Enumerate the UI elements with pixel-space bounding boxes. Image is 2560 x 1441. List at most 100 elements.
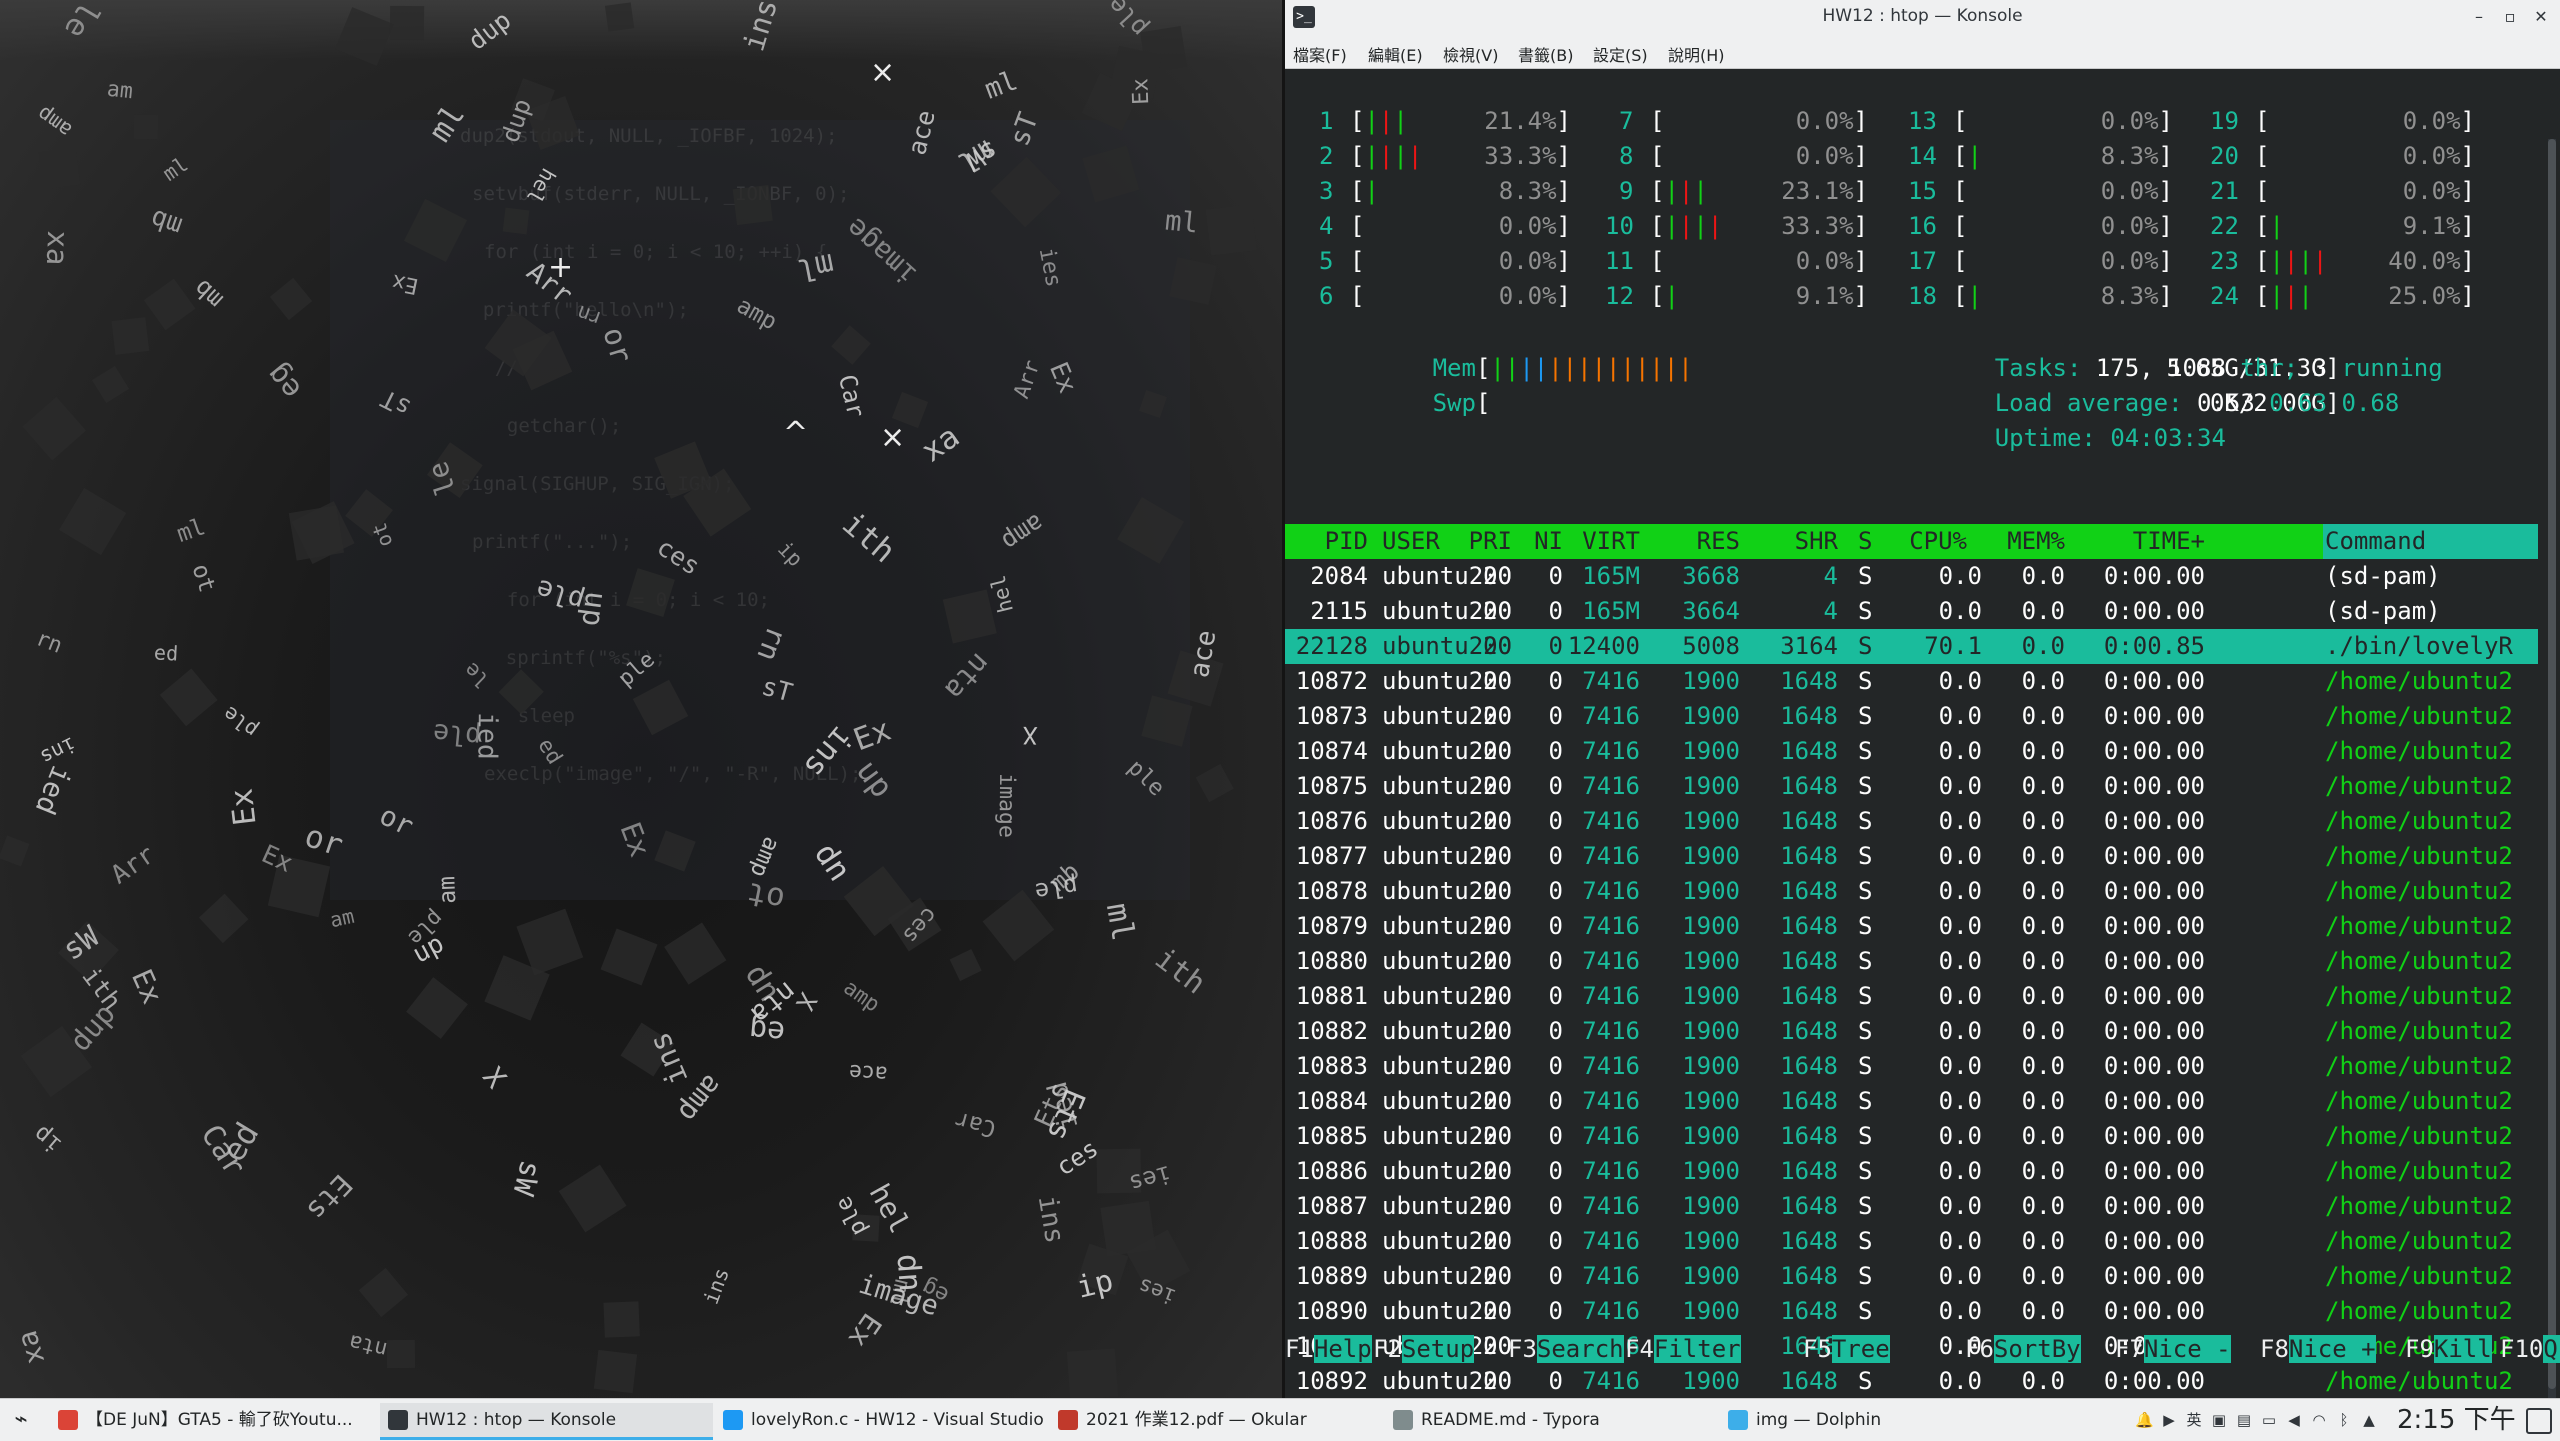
battery-icon[interactable]: ▭ <box>2260 1411 2278 1429</box>
table-row[interactable]: 10885 ubuntu200 20 0 7416 1900 1648 S 0.0 0.0 0:00… <box>1285 1119 2538 1154</box>
column-header-pri[interactable]: PRI <box>1469 524 1512 559</box>
column-header-mem[interactable]: MEM% <box>2007 524 2065 559</box>
fkey-f8[interactable]: F8Nice + <box>2260 1332 2376 1367</box>
fkey-f7[interactable]: F7Nice - <box>2115 1332 2231 1367</box>
column-header-virt[interactable]: VIRT <box>1582 524 1640 559</box>
table-row[interactable]: 10881 ubuntu200 20 0 7416 1900 1648 S 0.0 0.0 0:00… <box>1285 979 2538 1014</box>
scatter-word: le <box>56 0 106 45</box>
table-row[interactable]: 10873 ubuntu200 20 0 7416 1900 1648 S 0.0 0.0 0:00… <box>1285 699 2538 734</box>
menu-edit[interactable]: 編輯(E) <box>1368 42 1423 66</box>
maximize-icon[interactable]: ▫ <box>2499 6 2521 28</box>
column-header-s[interactable]: S <box>1858 524 1872 559</box>
table-row[interactable]: 10876 ubuntu200 20 0 7416 1900 1648 S 0.0 0.0 0:00… <box>1285 804 2538 839</box>
table-row[interactable]: 22128 ubuntu200 20 0 12400 5008 3164 S 70.1 0.0 0:… <box>1285 629 2538 664</box>
table-row[interactable]: 10888 ubuntu200 20 0 7416 1900 1648 S 0.0 0.0 0:00… <box>1285 1224 2538 1259</box>
table-row[interactable]: 10887 ubuntu200 20 0 7416 1900 1648 S 0.0 0.0 0:00… <box>1285 1189 2538 1224</box>
title-bar[interactable]: >_ HW12 : htop — Konsole – ▫ ✕ <box>1285 0 2560 37</box>
volume-icon[interactable]: ◀ <box>2285 1411 2303 1429</box>
bluetooth-icon[interactable]: ᛒ <box>2335 1411 2353 1429</box>
column-header-time[interactable]: TIME+ <box>2133 524 2205 559</box>
cell-res: 1900 <box>1682 702 1740 730</box>
fkey-f1[interactable]: F1Help <box>1285 1332 1372 1367</box>
scatter-word: ml <box>422 98 473 149</box>
notification-icon[interactable]: 🔔 <box>2135 1411 2154 1429</box>
cell-res: 3668 <box>1682 562 1740 590</box>
menu-help[interactable]: 說明(H) <box>1668 42 1725 66</box>
scatter-word: Ex <box>841 1307 888 1355</box>
wifi-icon[interactable]: ◠ <box>2310 1411 2328 1429</box>
cell-res: 1900 <box>1682 1087 1740 1115</box>
cell-res: 1900 <box>1682 772 1740 800</box>
column-header-shr[interactable]: SHR <box>1795 524 1838 559</box>
table-row[interactable]: 10878 ubuntu200 20 0 7416 1900 1648 S 0.0 0.0 0:00… <box>1285 874 2538 909</box>
media-icon[interactable]: ▶ <box>2160 1411 2178 1429</box>
table-row[interactable]: 10872 ubuntu200 20 0 7416 1900 1648 S 0.0 0.0 0:00… <box>1285 664 2538 699</box>
fkey-f10[interactable]: F10Quit <box>2500 1332 2560 1367</box>
clock[interactable]: 2:15 下午 <box>2397 1403 2516 1437</box>
cpu-21-bar: [ <box>2255 177 2270 205</box>
menu-file[interactable]: 檔案(F) <box>1293 42 1347 66</box>
minimize-icon[interactable]: – <box>2468 6 2490 28</box>
scatter-word: amp <box>839 974 885 1017</box>
cell-cpu: 0.0 <box>1938 562 1982 590</box>
menu-settings[interactable]: 設定(S) <box>1593 42 1648 66</box>
fkey-f2[interactable]: F2Setup <box>1373 1332 1475 1367</box>
application-launcher-icon[interactable]: ⌁ <box>6 1405 36 1435</box>
table-row[interactable]: 10889 ubuntu200 20 0 7416 1900 1648 S 0.0 0.0 0:00… <box>1285 1259 2538 1294</box>
scatter-word: eg <box>747 1011 787 1050</box>
table-row[interactable]: 10886 ubuntu200 20 0 7416 1900 1648 S 0.0 0.0 0:00… <box>1285 1154 2538 1189</box>
tray-expand-icon[interactable]: ▲ <box>2360 1411 2378 1429</box>
table-row[interactable]: 10875 ubuntu200 20 0 7416 1900 1648 S 0.0 0.0 0:00… <box>1285 769 2538 804</box>
fkey-f4[interactable]: F4Filter <box>1625 1332 1741 1367</box>
show-desktop-icon[interactable] <box>2526 1408 2552 1434</box>
table-row[interactable]: 2084 ubuntu200 20 0 165M 3668 4 S 0.0 0.0 0:00.00(… <box>1285 559 2538 594</box>
table-row[interactable]: 10879 ubuntu200 20 0 7416 1900 1648 S 0.0 0.0 0:00… <box>1285 909 2538 944</box>
clipboard-icon[interactable]: ▤ <box>2235 1411 2253 1429</box>
taskbar-task[interactable]: 【DE JuN】GTA5 - 輸了砍Youtu... <box>50 1403 383 1437</box>
column-header-user[interactable]: USER <box>1382 524 1440 559</box>
terminal-area[interactable]: 1 [||| 21.4%] 2 [|||| 33.3%] 3 [| 8.3%] 4 [0.0%] 5 [… <box>1285 69 2560 1399</box>
cpu-16-percent: 0.0%] <box>2100 212 2173 240</box>
scrollbar-thumb[interactable] <box>2548 139 2556 1389</box>
taskbar-task[interactable]: 2021 作業12.pdf — Okular <box>1050 1403 1383 1437</box>
scatter-square <box>497 669 544 716</box>
cell-s: S <box>1858 772 1873 800</box>
fkey-f6[interactable]: F6SortBy <box>1965 1332 2081 1367</box>
close-icon[interactable]: ✕ <box>2530 6 2552 28</box>
cell-res: 1900 <box>1682 1367 1740 1395</box>
column-header-command[interactable]: Command <box>2325 524 2426 559</box>
display-icon[interactable]: ▣ <box>2210 1411 2228 1429</box>
fkey-f9[interactable]: F9Kill <box>2405 1332 2492 1367</box>
column-header-ni[interactable]: NI <box>1534 524 1563 559</box>
taskbar-task[interactable]: lovelyRon.c - HW12 - Visual Studio ... <box>715 1403 1048 1437</box>
taskbar-task[interactable]: README.md - Typora <box>1385 1403 1718 1437</box>
folder-icon <box>1728 1410 1748 1430</box>
table-row[interactable]: 10890 ubuntu200 20 0 7416 1900 1648 S 0.0 0.0 0:00… <box>1285 1294 2538 1329</box>
table-row[interactable]: 10874 ubuntu200 20 0 7416 1900 1648 S 0.0 0.0 0:00… <box>1285 734 2538 769</box>
scatter-square <box>503 207 531 235</box>
table-row[interactable]: 10892 ubuntu200 20 0 7416 1900 1648 S 0.0 0.0 0:00… <box>1285 1364 2538 1399</box>
column-header-pid[interactable]: PID <box>1325 524 1368 559</box>
taskbar-task[interactable]: img — Dolphin <box>1720 1403 2053 1437</box>
scrollbar[interactable] <box>2548 139 2556 1399</box>
fkey-f3[interactable]: F3Search <box>1508 1332 1624 1367</box>
column-header-cpu[interactable]: CPU% <box>1909 524 1967 559</box>
table-row[interactable]: 10882 ubuntu200 20 0 7416 1900 1648 S 0.0 0.0 0:00… <box>1285 1014 2538 1049</box>
uptime: Uptime: 04:03:34 <box>1994 424 2226 452</box>
table-row[interactable]: 10877 ubuntu200 20 0 7416 1900 1648 S 0.0 0.0 0:00… <box>1285 839 2538 874</box>
column-header-res[interactable]: RES <box>1697 524 1740 559</box>
fkey-f5[interactable]: F5Tree <box>1803 1332 1890 1367</box>
input-method-icon[interactable]: 英 <box>2185 1411 2203 1429</box>
okular-icon <box>1058 1410 1078 1430</box>
taskbar-task-label: img — Dolphin <box>1756 1410 1882 1430</box>
cell-s: S <box>1858 842 1873 870</box>
cell-mem: 0.0 <box>2021 1192 2065 1220</box>
table-row[interactable]: 2115 ubuntu200 20 0 165M 3664 4 S 0.0 0.0 0:00.00(… <box>1285 594 2538 629</box>
table-row[interactable]: 10880 ubuntu200 20 0 7416 1900 1648 S 0.0 0.0 0:00… <box>1285 944 2538 979</box>
menu-view[interactable]: 檢視(V) <box>1443 42 1498 66</box>
table-row[interactable]: 10884 ubuntu200 20 0 7416 1900 1648 S 0.0 0.0 0:00… <box>1285 1084 2538 1119</box>
scatter-word: eg <box>259 357 308 407</box>
menu-bookmarks[interactable]: 書籤(B) <box>1518 42 1573 66</box>
taskbar-task[interactable]: HW12 : htop — Konsole <box>380 1403 713 1440</box>
table-row[interactable]: 10883 ubuntu200 20 0 7416 1900 1648 S 0.0 0.0 0:00… <box>1285 1049 2538 1084</box>
